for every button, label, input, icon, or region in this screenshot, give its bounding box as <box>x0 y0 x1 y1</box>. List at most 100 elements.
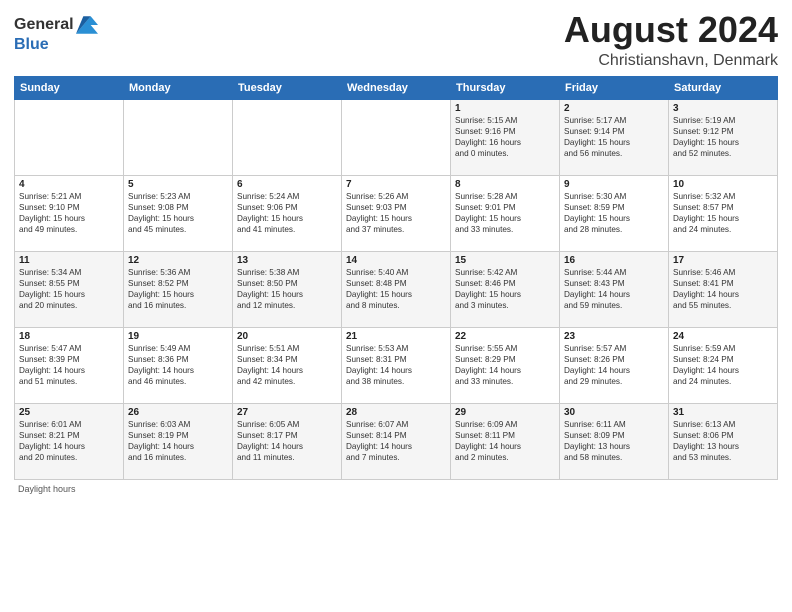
day-cell: 8Sunrise: 5:28 AM Sunset: 9:01 PM Daylig… <box>451 175 560 251</box>
location-title: Christianshavn, Denmark <box>564 52 778 70</box>
day-number: 30 <box>564 407 664 418</box>
page: General Blue August 2024 Christianshavn,… <box>0 0 792 502</box>
day-info: Sunrise: 5:24 AM Sunset: 9:06 PM Dayligh… <box>237 191 337 235</box>
day-number: 22 <box>455 331 555 342</box>
day-info: Sunrise: 5:21 AM Sunset: 9:10 PM Dayligh… <box>19 191 119 235</box>
calendar-table: SundayMondayTuesdayWednesdayThursdayFrid… <box>14 76 778 480</box>
day-info: Sunrise: 5:26 AM Sunset: 9:03 PM Dayligh… <box>346 191 446 235</box>
day-number: 7 <box>346 179 446 190</box>
day-number: 12 <box>128 255 228 266</box>
day-cell: 5Sunrise: 5:23 AM Sunset: 9:08 PM Daylig… <box>124 175 233 251</box>
day-info: Sunrise: 5:51 AM Sunset: 8:34 PM Dayligh… <box>237 343 337 387</box>
day-number: 25 <box>19 407 119 418</box>
day-cell: 23Sunrise: 5:57 AM Sunset: 8:26 PM Dayli… <box>560 327 669 403</box>
day-number: 4 <box>19 179 119 190</box>
day-info: Sunrise: 5:59 AM Sunset: 8:24 PM Dayligh… <box>673 343 773 387</box>
day-info: Sunrise: 5:44 AM Sunset: 8:43 PM Dayligh… <box>564 267 664 311</box>
day-number: 5 <box>128 179 228 190</box>
day-number: 26 <box>128 407 228 418</box>
day-cell: 14Sunrise: 5:40 AM Sunset: 8:48 PM Dayli… <box>342 251 451 327</box>
day-number: 27 <box>237 407 337 418</box>
day-number: 1 <box>455 103 555 114</box>
day-number: 11 <box>19 255 119 266</box>
day-number: 29 <box>455 407 555 418</box>
day-number: 31 <box>673 407 773 418</box>
day-cell: 9Sunrise: 5:30 AM Sunset: 8:59 PM Daylig… <box>560 175 669 251</box>
day-cell: 2Sunrise: 5:17 AM Sunset: 9:14 PM Daylig… <box>560 99 669 175</box>
day-info: Sunrise: 6:09 AM Sunset: 8:11 PM Dayligh… <box>455 419 555 463</box>
day-cell: 26Sunrise: 6:03 AM Sunset: 8:19 PM Dayli… <box>124 403 233 479</box>
day-cell: 18Sunrise: 5:47 AM Sunset: 8:39 PM Dayli… <box>15 327 124 403</box>
day-number: 20 <box>237 331 337 342</box>
day-info: Sunrise: 6:03 AM Sunset: 8:19 PM Dayligh… <box>128 419 228 463</box>
day-cell: 6Sunrise: 5:24 AM Sunset: 9:06 PM Daylig… <box>233 175 342 251</box>
day-cell: 20Sunrise: 5:51 AM Sunset: 8:34 PM Dayli… <box>233 327 342 403</box>
day-info: Sunrise: 6:13 AM Sunset: 8:06 PM Dayligh… <box>673 419 773 463</box>
day-cell: 7Sunrise: 5:26 AM Sunset: 9:03 PM Daylig… <box>342 175 451 251</box>
logo-blue: Blue <box>14 36 49 54</box>
day-number: 15 <box>455 255 555 266</box>
day-cell: 12Sunrise: 5:36 AM Sunset: 8:52 PM Dayli… <box>124 251 233 327</box>
day-info: Sunrise: 5:42 AM Sunset: 8:46 PM Dayligh… <box>455 267 555 311</box>
day-cell: 29Sunrise: 6:09 AM Sunset: 8:11 PM Dayli… <box>451 403 560 479</box>
day-cell <box>15 99 124 175</box>
day-number: 23 <box>564 331 664 342</box>
day-number: 18 <box>19 331 119 342</box>
day-number: 9 <box>564 179 664 190</box>
day-number: 8 <box>455 179 555 190</box>
day-number: 17 <box>673 255 773 266</box>
col-header-wednesday: Wednesday <box>342 76 451 99</box>
col-header-tuesday: Tuesday <box>233 76 342 99</box>
day-info: Sunrise: 5:28 AM Sunset: 9:01 PM Dayligh… <box>455 191 555 235</box>
day-info: Sunrise: 5:55 AM Sunset: 8:29 PM Dayligh… <box>455 343 555 387</box>
month-title: August 2024 <box>564 10 778 50</box>
day-cell: 25Sunrise: 6:01 AM Sunset: 8:21 PM Dayli… <box>15 403 124 479</box>
day-info: Sunrise: 5:47 AM Sunset: 8:39 PM Dayligh… <box>19 343 119 387</box>
col-header-friday: Friday <box>560 76 669 99</box>
logo-general: General <box>14 16 74 34</box>
day-number: 24 <box>673 331 773 342</box>
day-cell: 3Sunrise: 5:19 AM Sunset: 9:12 PM Daylig… <box>669 99 778 175</box>
day-number: 6 <box>237 179 337 190</box>
week-row-5: 25Sunrise: 6:01 AM Sunset: 8:21 PM Dayli… <box>15 403 778 479</box>
day-info: Sunrise: 5:19 AM Sunset: 9:12 PM Dayligh… <box>673 115 773 159</box>
header-area: General Blue August 2024 Christianshavn,… <box>14 10 778 70</box>
col-header-saturday: Saturday <box>669 76 778 99</box>
day-info: Sunrise: 5:15 AM Sunset: 9:16 PM Dayligh… <box>455 115 555 159</box>
day-info: Sunrise: 5:49 AM Sunset: 8:36 PM Dayligh… <box>128 343 228 387</box>
week-row-2: 4Sunrise: 5:21 AM Sunset: 9:10 PM Daylig… <box>15 175 778 251</box>
day-cell: 11Sunrise: 5:34 AM Sunset: 8:55 PM Dayli… <box>15 251 124 327</box>
day-cell: 10Sunrise: 5:32 AM Sunset: 8:57 PM Dayli… <box>669 175 778 251</box>
day-cell: 21Sunrise: 5:53 AM Sunset: 8:31 PM Dayli… <box>342 327 451 403</box>
day-info: Sunrise: 6:05 AM Sunset: 8:17 PM Dayligh… <box>237 419 337 463</box>
day-cell: 19Sunrise: 5:49 AM Sunset: 8:36 PM Dayli… <box>124 327 233 403</box>
day-cell: 1Sunrise: 5:15 AM Sunset: 9:16 PM Daylig… <box>451 99 560 175</box>
col-header-monday: Monday <box>124 76 233 99</box>
day-info: Sunrise: 6:07 AM Sunset: 8:14 PM Dayligh… <box>346 419 446 463</box>
week-row-1: 1Sunrise: 5:15 AM Sunset: 9:16 PM Daylig… <box>15 99 778 175</box>
col-header-thursday: Thursday <box>451 76 560 99</box>
day-info: Sunrise: 5:17 AM Sunset: 9:14 PM Dayligh… <box>564 115 664 159</box>
day-cell: 27Sunrise: 6:05 AM Sunset: 8:17 PM Dayli… <box>233 403 342 479</box>
day-number: 13 <box>237 255 337 266</box>
day-info: Sunrise: 5:46 AM Sunset: 8:41 PM Dayligh… <box>673 267 773 311</box>
day-info: Sunrise: 5:53 AM Sunset: 8:31 PM Dayligh… <box>346 343 446 387</box>
day-number: 16 <box>564 255 664 266</box>
footer-note: Daylight hours <box>14 484 778 494</box>
day-number: 21 <box>346 331 446 342</box>
day-info: Sunrise: 5:36 AM Sunset: 8:52 PM Dayligh… <box>128 267 228 311</box>
day-info: Sunrise: 5:57 AM Sunset: 8:26 PM Dayligh… <box>564 343 664 387</box>
day-number: 19 <box>128 331 228 342</box>
day-cell: 31Sunrise: 6:13 AM Sunset: 8:06 PM Dayli… <box>669 403 778 479</box>
day-info: Sunrise: 5:23 AM Sunset: 9:08 PM Dayligh… <box>128 191 228 235</box>
day-info: Sunrise: 5:30 AM Sunset: 8:59 PM Dayligh… <box>564 191 664 235</box>
col-header-sunday: Sunday <box>15 76 124 99</box>
logo-icon <box>76 14 98 36</box>
day-cell <box>233 99 342 175</box>
title-area: August 2024 Christianshavn, Denmark <box>564 10 778 70</box>
logo: General Blue <box>14 14 98 54</box>
day-cell: 28Sunrise: 6:07 AM Sunset: 8:14 PM Dayli… <box>342 403 451 479</box>
week-row-3: 11Sunrise: 5:34 AM Sunset: 8:55 PM Dayli… <box>15 251 778 327</box>
day-number: 2 <box>564 103 664 114</box>
week-row-4: 18Sunrise: 5:47 AM Sunset: 8:39 PM Dayli… <box>15 327 778 403</box>
